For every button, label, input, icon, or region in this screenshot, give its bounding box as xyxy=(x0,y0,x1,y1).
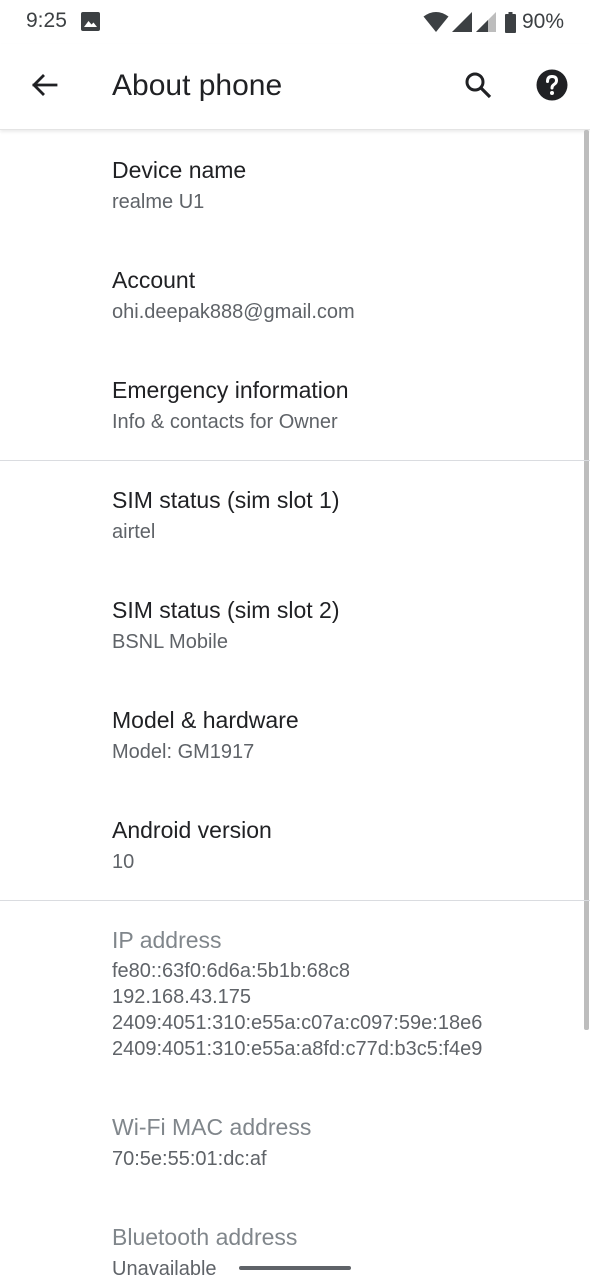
item-subtitle: BSNL Mobile xyxy=(112,631,228,653)
list-item-device-name[interactable]: Device name realme U1 xyxy=(0,130,584,240)
app-bar: About phone xyxy=(0,44,590,130)
scrollbar[interactable] xyxy=(584,130,589,1030)
wifi-icon xyxy=(423,11,449,33)
item-title: Bluetooth address xyxy=(112,1224,298,1250)
signal-icon xyxy=(475,11,497,33)
back-arrow-icon xyxy=(30,71,58,104)
ip-address-value: 2409:4051:310:e55a:a8fd:c77d:b3c5:f4e9 xyxy=(112,1038,483,1060)
status-time: 9:25 xyxy=(26,9,67,32)
item-title: SIM status (sim slot 2) xyxy=(112,597,340,623)
battery-percentage: 90% xyxy=(521,10,564,33)
item-title: Account xyxy=(112,267,196,293)
list-item-model-hardware[interactable]: Model & hardware Model: GM1917 xyxy=(0,681,584,791)
help-icon xyxy=(536,69,568,106)
signal-icon xyxy=(451,11,473,33)
item-subtitle: Model: GM1917 xyxy=(112,741,255,763)
ip-address-value: 2409:4051:310:e55a:c07a:c097:59e:18e6 xyxy=(112,1012,483,1034)
home-indicator[interactable] xyxy=(239,1266,351,1270)
status-icons: 90% xyxy=(423,8,564,36)
ip-address-value: fe80::63f0:6d6a:5b1b:68c8 xyxy=(112,960,350,982)
help-button[interactable] xyxy=(528,63,576,111)
item-title: Device name xyxy=(112,157,247,183)
search-icon xyxy=(464,71,492,104)
list-item-sim-status-slot-2[interactable]: SIM status (sim slot 2) BSNL Mobile xyxy=(0,571,584,681)
item-subtitle: Info & contacts for Owner xyxy=(112,411,338,433)
item-subtitle: airtel xyxy=(112,521,156,543)
item-subtitle: Unavailable xyxy=(112,1258,217,1280)
ip-address-value: 192.168.43.175 xyxy=(112,986,252,1008)
list-item-wifi-mac-address: Wi-Fi MAC address 70:5e:55:01:dc:af xyxy=(0,1088,584,1198)
item-subtitle: realme U1 xyxy=(112,191,205,213)
item-title: Emergency information xyxy=(112,377,349,403)
photo-icon xyxy=(81,12,100,31)
item-subtitle: ohi.deepak888@gmail.com xyxy=(112,301,355,323)
ip-address-values: fe80::63f0:6d6a:5b1b:68c8 192.168.43.175… xyxy=(112,958,482,1062)
back-button[interactable] xyxy=(20,63,68,111)
list-item-emergency-information[interactable]: Emergency information Info & contacts fo… xyxy=(0,350,584,460)
battery-icon xyxy=(504,11,516,33)
item-subtitle: 10 xyxy=(112,851,135,873)
item-title: Android version xyxy=(112,817,272,843)
item-title: Model & hardware xyxy=(112,707,299,733)
item-title: Wi-Fi MAC address xyxy=(112,1114,312,1140)
item-subtitle: 70:5e:55:01:dc:af xyxy=(112,1148,267,1170)
list-item-sim-status-slot-1[interactable]: SIM status (sim slot 1) airtel xyxy=(0,461,584,571)
status-bar: 9:25 90% xyxy=(0,0,590,44)
list-item-android-version[interactable]: Android version 10 xyxy=(0,791,584,901)
page-title: About phone xyxy=(112,69,283,102)
item-title: IP address xyxy=(112,927,222,953)
list-item-account[interactable]: Account ohi.deepak888@gmail.com xyxy=(0,240,584,350)
item-title: SIM status (sim slot 1) xyxy=(112,487,340,513)
search-button[interactable] xyxy=(454,63,502,111)
